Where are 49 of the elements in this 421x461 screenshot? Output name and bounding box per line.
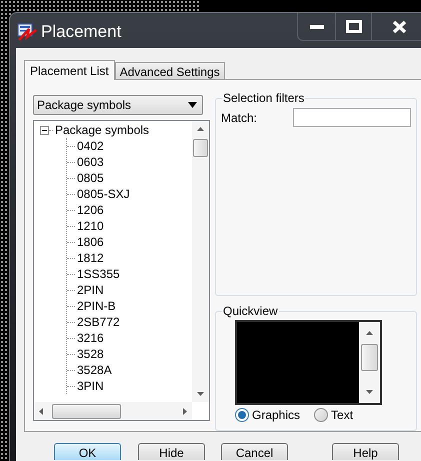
scroll-thumb[interactable]: [361, 344, 378, 371]
tree-item[interactable]: 1210: [77, 218, 104, 234]
tab[interactable]: Placement List: [24, 60, 115, 80]
dialog-button[interactable]: Cancel: [221, 443, 288, 460]
scroll-up-icon[interactable]: [366, 331, 373, 335]
tree-item[interactable]: 3PIN: [77, 378, 104, 394]
maximize-icon: [346, 20, 362, 33]
match-field[interactable]: [293, 108, 411, 127]
match-label: Match:: [221, 110, 258, 126]
tab[interactable]: Advanced Settings: [114, 62, 225, 79]
tree-item[interactable]: 3528: [77, 346, 104, 362]
tree-item[interactable]: 3216: [77, 330, 104, 346]
collapse-toggle[interactable]: [40, 126, 49, 134]
dialog-button[interactable]: Hide: [138, 443, 205, 460]
vertical-scrollbar[interactable]: [192, 121, 209, 402]
tree-item[interactable]: 1806: [77, 234, 104, 250]
package-dropdown[interactable]: Package symbols: [33, 95, 203, 115]
radio-option[interactable]: Graphics: [235, 406, 300, 424]
scroll-thumb[interactable]: [193, 139, 208, 157]
horizontal-scrollbar[interactable]: [34, 402, 192, 420]
tree-item[interactable]: 0805: [77, 170, 104, 186]
scroll-right-icon[interactable]: [183, 408, 187, 414]
dialog-button[interactable]: Help: [332, 443, 399, 460]
window-title: Placement: [41, 22, 122, 42]
tree-item[interactable]: 2SB772: [77, 314, 120, 330]
tree-item[interactable]: 2PIN-B: [77, 298, 116, 314]
scroll-thumb[interactable]: [52, 404, 121, 418]
tree-item[interactable]: 0402: [77, 138, 104, 154]
group-title: Selection filters: [222, 91, 306, 105]
tree-item[interactable]: 0603: [77, 154, 104, 170]
tree-item[interactable]: 1206: [77, 202, 104, 218]
scroll-down-icon[interactable]: [366, 390, 373, 394]
dialog-button[interactable]: OK: [54, 443, 121, 460]
dropdown-arrow-icon: [188, 102, 197, 108]
scroll-left-icon[interactable]: [39, 408, 43, 414]
radio-option[interactable]: Text: [314, 406, 354, 424]
minimize-icon: [310, 24, 324, 28]
tree-item[interactable]: 3528A: [77, 362, 112, 378]
app-icon: [17, 23, 37, 41]
scroll-down-icon[interactable]: [197, 392, 204, 396]
tree-item[interactable]: 0805-SXJ: [77, 186, 130, 202]
group-title: Quickview: [222, 304, 279, 318]
tree-item[interactable]: 1SS355: [77, 266, 120, 282]
close-icon: [392, 20, 407, 34]
tree-item[interactable]: 2PIN: [77, 282, 104, 298]
vertical-scrollbar[interactable]: [359, 322, 380, 403]
scroll-up-icon[interactable]: [197, 127, 204, 131]
tree-item[interactable]: 1812: [77, 250, 104, 266]
tree-item[interactable]: Package symbols: [55, 121, 150, 139]
